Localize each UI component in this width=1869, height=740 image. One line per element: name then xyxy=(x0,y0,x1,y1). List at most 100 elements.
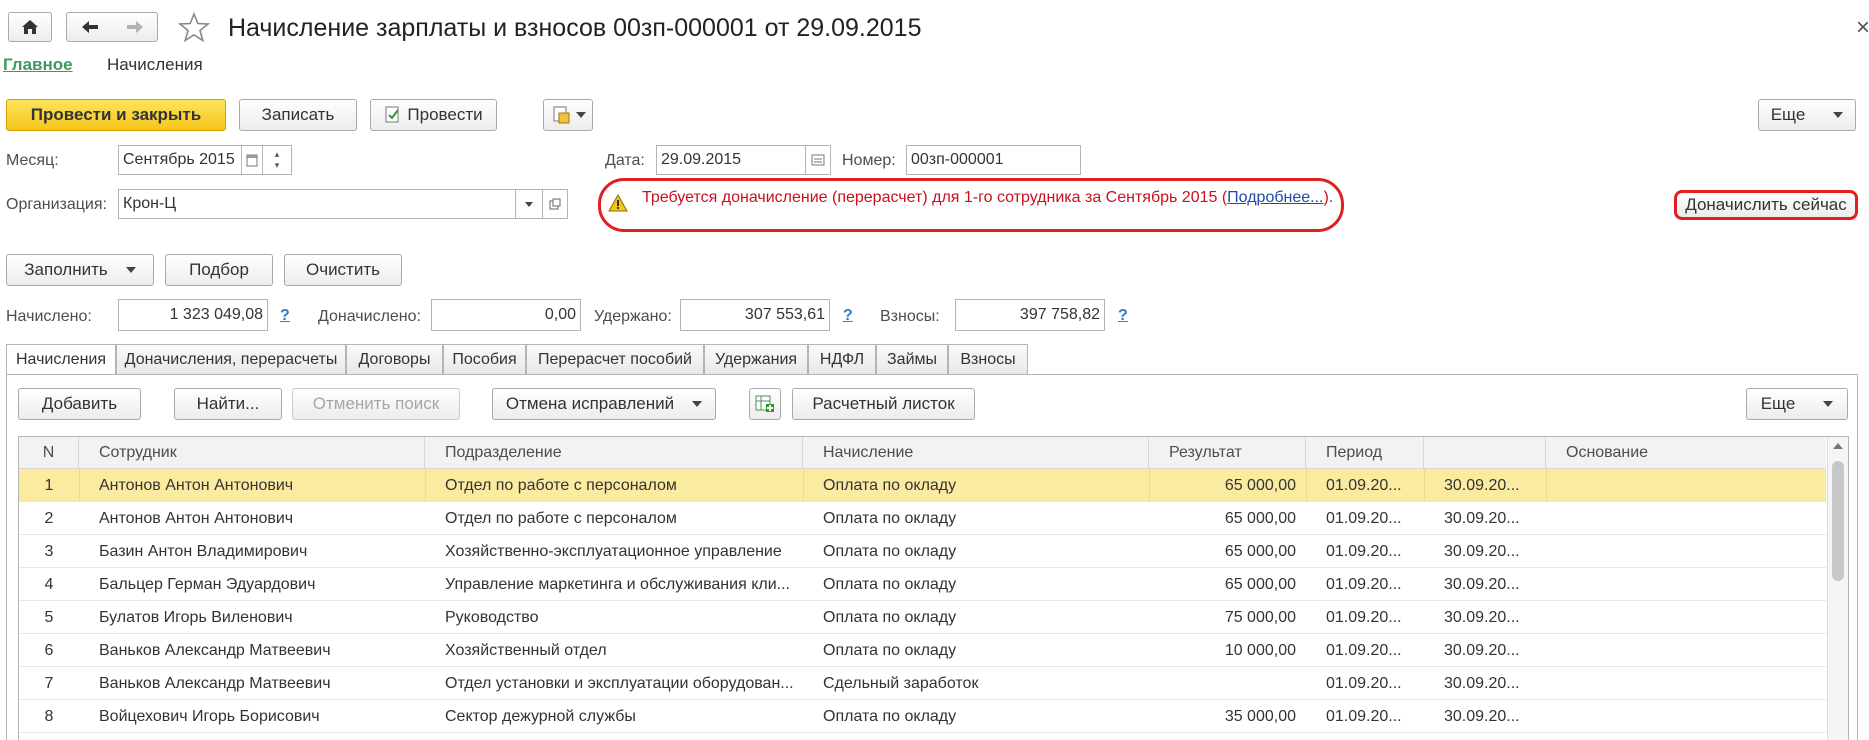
calendar-icon xyxy=(811,154,825,166)
table-row[interactable]: 1 Антонов Антон Антонович Отдел по работе … xyxy=(19,469,1826,502)
organization-value: Крон-Ц xyxy=(123,195,177,212)
clear-button[interactable]: Очистить xyxy=(284,254,402,286)
withheld-field: 307 553,61 xyxy=(680,299,830,331)
step-down-icon[interactable]: ▾ xyxy=(275,160,280,171)
chevron-down-icon xyxy=(692,401,703,407)
withheld-help-link[interactable]: ? xyxy=(843,307,853,325)
post-button-label: Провести xyxy=(407,105,483,124)
print-menu-button[interactable] xyxy=(543,99,593,131)
cell-period-start: 01.09.20... xyxy=(1326,510,1402,527)
contributions-value: 397 758,82 xyxy=(1019,306,1100,323)
nav-link-accruals[interactable]: Начисления xyxy=(107,55,203,75)
column-header-accrual[interactable]: Начисление xyxy=(803,437,1149,469)
home-icon xyxy=(22,20,38,34)
column-header-period-end[interactable] xyxy=(1424,437,1546,469)
table-row[interactable]: 7 Ваньков Александр Матвеевич Отдел устано… xyxy=(19,667,1826,700)
cell-period-start: 01.09.20... xyxy=(1326,477,1402,494)
cell-period-start: 01.09.20... xyxy=(1326,543,1402,560)
cell-department: Сектор дежурной службы xyxy=(445,708,636,725)
number-value: 00зп-000001 xyxy=(911,151,1004,168)
cancel-corrections-button[interactable]: Отмена исправлений xyxy=(492,388,716,420)
cell-basis xyxy=(1566,535,1822,568)
chevron-down-icon xyxy=(125,267,136,273)
cell-result: 65 000,00 xyxy=(1224,477,1296,494)
home-button[interactable] xyxy=(8,12,52,42)
organization-dropdown-button[interactable] xyxy=(515,189,543,219)
column-header-basis[interactable]: Основание xyxy=(1546,437,1826,469)
tab-contracts[interactable]: Договоры xyxy=(346,344,443,374)
column-header-employee[interactable]: Сотрудник xyxy=(79,437,425,469)
page-title: Начисление зарплаты и взносов 00зп-00000… xyxy=(228,14,922,42)
tab-accruals[interactable]: Начисления xyxy=(6,344,116,375)
grid-more-label: Еще xyxy=(1760,394,1796,413)
organization-field[interactable]: Крон-Ц xyxy=(118,189,516,219)
date-field[interactable]: 29.09.2015 xyxy=(656,145,806,175)
cell-period-end: 30.09.20... xyxy=(1444,609,1520,626)
table-row[interactable]: 3 Базин Антон Владимирович Хозяйственно-эк… xyxy=(19,535,1826,568)
cell-result: 35 000,00 xyxy=(1224,708,1296,725)
column-header-result[interactable]: Результат xyxy=(1149,437,1306,469)
warning-details-link[interactable]: Подробнее... xyxy=(1227,189,1323,206)
number-field[interactable]: 00зп-000001 xyxy=(906,145,1081,175)
arrow-right-icon[interactable] xyxy=(126,20,144,34)
accrued-help-link[interactable]: ? xyxy=(280,307,290,325)
nav-link-main[interactable]: Главное xyxy=(3,55,73,75)
scroll-up-icon[interactable] xyxy=(1833,443,1843,449)
tab-benefit-recalc[interactable]: Перерасчет пособий xyxy=(526,344,704,374)
accrued-value: 1 323 049,08 xyxy=(169,306,263,323)
payslip-button[interactable]: Расчетный листок xyxy=(792,388,975,420)
fill-button[interactable]: Заполнить xyxy=(6,254,154,286)
close-icon[interactable]: × xyxy=(1856,14,1869,42)
save-button[interactable]: Записать xyxy=(239,99,357,131)
recalculate-now-button[interactable]: Доначислить сейчас xyxy=(1674,190,1858,220)
cell-n: 8 xyxy=(44,708,54,725)
month-stepper[interactable]: ▴ ▾ xyxy=(262,145,292,175)
cell-accrual: Оплата по окладу xyxy=(823,477,957,494)
star-icon[interactable] xyxy=(178,12,210,42)
scrollbar-thumb[interactable] xyxy=(1832,461,1844,581)
month-field[interactable]: Сентябрь 2015 xyxy=(118,145,242,175)
find-button[interactable]: Найти... xyxy=(174,388,282,420)
open-icon xyxy=(549,198,561,210)
fill-button-label: Заполнить xyxy=(24,260,108,279)
grid-more-button[interactable]: Еще xyxy=(1746,388,1848,420)
tab-personal-income-tax[interactable]: НДФЛ xyxy=(808,344,876,374)
cell-employee: Антонов Антон Антонович xyxy=(99,477,294,494)
cancel-search-button[interactable]: Отменить поиск xyxy=(292,388,460,420)
withheld-value: 307 553,61 xyxy=(744,306,825,323)
column-header-period[interactable]: Период xyxy=(1306,437,1424,469)
cell-basis xyxy=(1566,667,1822,700)
table-row[interactable]: 8 Войцехович Игорь Борисович Сектор дежурн… xyxy=(19,700,1826,733)
contributions-help-link[interactable]: ? xyxy=(1118,307,1128,325)
tab-recalculations[interactable]: Доначисления, перерасчеты xyxy=(116,344,346,374)
table-scrollbar[interactable] xyxy=(1827,437,1848,740)
date-picker-button[interactable] xyxy=(805,145,831,175)
table-row[interactable]: 4 Бальцер Герман Эдуардович Управление мар… xyxy=(19,568,1826,601)
select-button[interactable]: Подбор xyxy=(165,254,273,286)
cell-employee: Булатов Игорь Виленович xyxy=(99,609,293,626)
post-button[interactable]: Провести xyxy=(370,99,497,131)
column-header-n[interactable]: N xyxy=(19,437,79,469)
arrow-left-icon[interactable] xyxy=(81,20,99,34)
cell-period-start: 01.09.20... xyxy=(1326,708,1402,725)
tab-benefits[interactable]: Пособия xyxy=(443,344,526,374)
tab-deductions[interactable]: Удержания xyxy=(704,344,808,374)
step-up-icon[interactable]: ▴ xyxy=(275,149,280,160)
organization-open-button[interactable] xyxy=(542,189,568,219)
more-button-label: Еще xyxy=(1770,105,1806,124)
more-button[interactable]: Еще xyxy=(1758,99,1856,131)
tab-loans[interactable]: Займы xyxy=(876,344,948,374)
warning-icon xyxy=(608,194,628,212)
post-and-close-button[interactable]: Провести и закрыть xyxy=(6,99,226,131)
cell-period-end: 30.09.20... xyxy=(1444,675,1520,692)
number-label: Номер: xyxy=(842,152,896,169)
cell-accrual: Оплата по окладу xyxy=(823,609,957,626)
month-picker-button[interactable] xyxy=(241,145,263,175)
table-row[interactable]: 2 Антонов Антон Антонович Отдел по работе … xyxy=(19,502,1826,535)
add-column-button[interactable] xyxy=(749,388,781,420)
column-header-department[interactable]: Подразделение xyxy=(425,437,803,469)
table-row[interactable]: 5 Булатов Игорь Виленович Руководство Оплат… xyxy=(19,601,1826,634)
add-button[interactable]: Добавить xyxy=(18,388,141,420)
tab-contributions[interactable]: Взносы xyxy=(948,344,1028,374)
table-row[interactable]: 6 Ваньков Александр Матвеевич Хозяйственны… xyxy=(19,634,1826,667)
